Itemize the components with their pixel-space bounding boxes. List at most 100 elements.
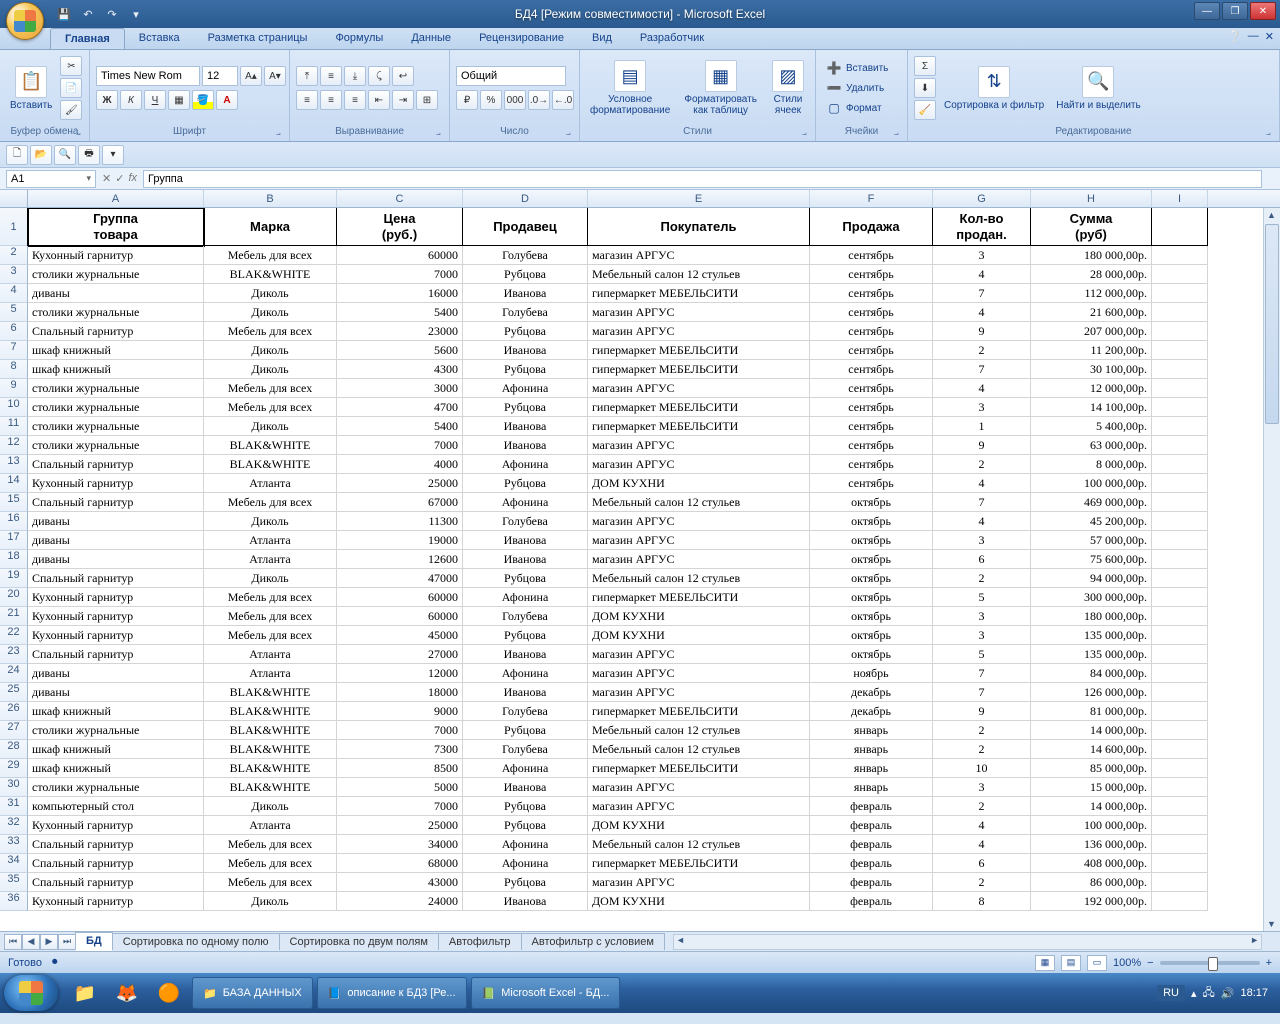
cell[interactable]: магазин АРГУС: [588, 303, 810, 322]
cell[interactable]: январь: [810, 740, 933, 759]
select-all-corner[interactable]: [0, 190, 28, 207]
cell[interactable]: 12 000,00р.: [1031, 379, 1152, 398]
quick-print-icon[interactable]: 🖶: [78, 145, 100, 165]
cell[interactable]: гипермаркет МЕБЕЛЬСИТИ: [588, 854, 810, 873]
cell[interactable]: 100 000,00р.: [1031, 816, 1152, 835]
orientation-icon[interactable]: ⤹: [368, 66, 390, 86]
cell[interactable]: февраль: [810, 892, 933, 911]
cell[interactable]: Атланта: [204, 816, 337, 835]
cell[interactable]: сентябрь: [810, 246, 933, 265]
cell[interactable]: [1152, 322, 1208, 341]
cell[interactable]: шкаф книжный: [28, 740, 204, 759]
cell[interactable]: 4: [933, 303, 1031, 322]
tab-layout[interactable]: Разметка страницы: [194, 28, 322, 49]
cell[interactable]: 25000: [337, 474, 463, 493]
cell[interactable]: ДОМ КУХНИ: [588, 474, 810, 493]
cell[interactable]: Рубцова: [463, 265, 588, 284]
cell[interactable]: Афонина: [463, 455, 588, 474]
cell[interactable]: сентябрь: [810, 360, 933, 379]
cell[interactable]: 4: [933, 379, 1031, 398]
cell[interactable]: 14 000,00р.: [1031, 797, 1152, 816]
cell[interactable]: [1152, 740, 1208, 759]
row-head-12[interactable]: 12: [0, 436, 28, 455]
cell[interactable]: BLAK&WHITE: [204, 683, 337, 702]
cell[interactable]: 2: [933, 341, 1031, 360]
cell[interactable]: Спальный гарнитур: [28, 854, 204, 873]
cell[interactable]: BLAK&WHITE: [204, 265, 337, 284]
row-head-3[interactable]: 3: [0, 265, 28, 284]
cell[interactable]: диваны: [28, 664, 204, 683]
row-head-17[interactable]: 17: [0, 531, 28, 550]
tray-network-icon[interactable]: 🖧: [1203, 984, 1215, 1003]
cell[interactable]: 45 200,00р.: [1031, 512, 1152, 531]
cell[interactable]: гипермаркет МЕБЕЛЬСИТИ: [588, 341, 810, 360]
cell[interactable]: Диколь: [204, 303, 337, 322]
cut-icon[interactable]: ✂: [60, 56, 82, 76]
cell[interactable]: 16000: [337, 284, 463, 303]
header-cell-H[interactable]: Сумма(руб): [1031, 208, 1152, 246]
decimal-inc-icon[interactable]: .0→: [528, 90, 550, 110]
align-left-icon[interactable]: ≡: [296, 90, 318, 110]
cell[interactable]: 60000: [337, 607, 463, 626]
print-preview-icon[interactable]: 🔍: [54, 145, 76, 165]
cell[interactable]: магазин АРГУС: [588, 664, 810, 683]
close-button[interactable]: ✕: [1250, 2, 1276, 20]
row-head-7[interactable]: 7: [0, 341, 28, 360]
col-G[interactable]: G: [933, 190, 1031, 207]
cell[interactable]: Афонина: [463, 835, 588, 854]
row-head-22[interactable]: 22: [0, 626, 28, 645]
cell[interactable]: [1152, 398, 1208, 417]
horizontal-scrollbar[interactable]: [673, 934, 1262, 950]
cell[interactable]: сентябрь: [810, 322, 933, 341]
doc-close-icon[interactable]: ✕: [1265, 30, 1274, 43]
cell[interactable]: 7: [933, 493, 1031, 512]
wrap-text-icon[interactable]: ↩: [392, 66, 414, 86]
cell[interactable]: магазин АРГУС: [588, 797, 810, 816]
cell[interactable]: 207 000,00р.: [1031, 322, 1152, 341]
cell[interactable]: 5: [933, 588, 1031, 607]
cell[interactable]: магазин АРГУС: [588, 379, 810, 398]
row-head-13[interactable]: 13: [0, 455, 28, 474]
format-painter-icon[interactable]: 🖌: [60, 100, 82, 120]
merge-icon[interactable]: ⊞: [416, 90, 438, 110]
align-middle-icon[interactable]: ≡: [320, 66, 342, 86]
percent-icon[interactable]: %: [480, 90, 502, 110]
row-head-11[interactable]: 11: [0, 417, 28, 436]
cell[interactable]: 2: [933, 721, 1031, 740]
cell[interactable]: 192 000,00р.: [1031, 892, 1152, 911]
cell[interactable]: 4: [933, 835, 1031, 854]
cell[interactable]: Кухонный гарнитур: [28, 816, 204, 835]
cell[interactable]: 8 000,00р.: [1031, 455, 1152, 474]
cell[interactable]: Кухонный гарнитур: [28, 246, 204, 265]
cell[interactable]: сентябрь: [810, 284, 933, 303]
cell[interactable]: 8500: [337, 759, 463, 778]
cell[interactable]: 135 000,00р.: [1031, 645, 1152, 664]
cell[interactable]: компьютерный стол: [28, 797, 204, 816]
row-head-5[interactable]: 5: [0, 303, 28, 322]
cell[interactable]: 112 000,00р.: [1031, 284, 1152, 303]
cell[interactable]: 6: [933, 854, 1031, 873]
col-C[interactable]: C: [337, 190, 463, 207]
cell[interactable]: Афонина: [463, 493, 588, 512]
cell[interactable]: Атланта: [204, 474, 337, 493]
cell[interactable]: 12600: [337, 550, 463, 569]
tray-volume-icon[interactable]: 🔊: [1221, 987, 1235, 1000]
cell[interactable]: 4300: [337, 360, 463, 379]
cell[interactable]: октябрь: [810, 512, 933, 531]
font-size-combo[interactable]: 12: [202, 66, 238, 86]
cell[interactable]: 2: [933, 873, 1031, 892]
cell[interactable]: 3000: [337, 379, 463, 398]
row-head-28[interactable]: 28: [0, 740, 28, 759]
cell[interactable]: сентябрь: [810, 398, 933, 417]
cell[interactable]: 57 000,00р.: [1031, 531, 1152, 550]
font-color-button[interactable]: A: [216, 90, 238, 110]
cell[interactable]: Иванова: [463, 892, 588, 911]
cell[interactable]: 10: [933, 759, 1031, 778]
cell[interactable]: Мебель для всех: [204, 588, 337, 607]
cell[interactable]: магазин АРГУС: [588, 531, 810, 550]
cell[interactable]: ДОМ КУХНИ: [588, 816, 810, 835]
align-right-icon[interactable]: ≡: [344, 90, 366, 110]
cell[interactable]: 136 000,00р.: [1031, 835, 1152, 854]
sort-filter-button[interactable]: ⇅Сортировка и фильтр: [940, 64, 1048, 113]
cell[interactable]: Мебельный салон 12 стульев: [588, 493, 810, 512]
